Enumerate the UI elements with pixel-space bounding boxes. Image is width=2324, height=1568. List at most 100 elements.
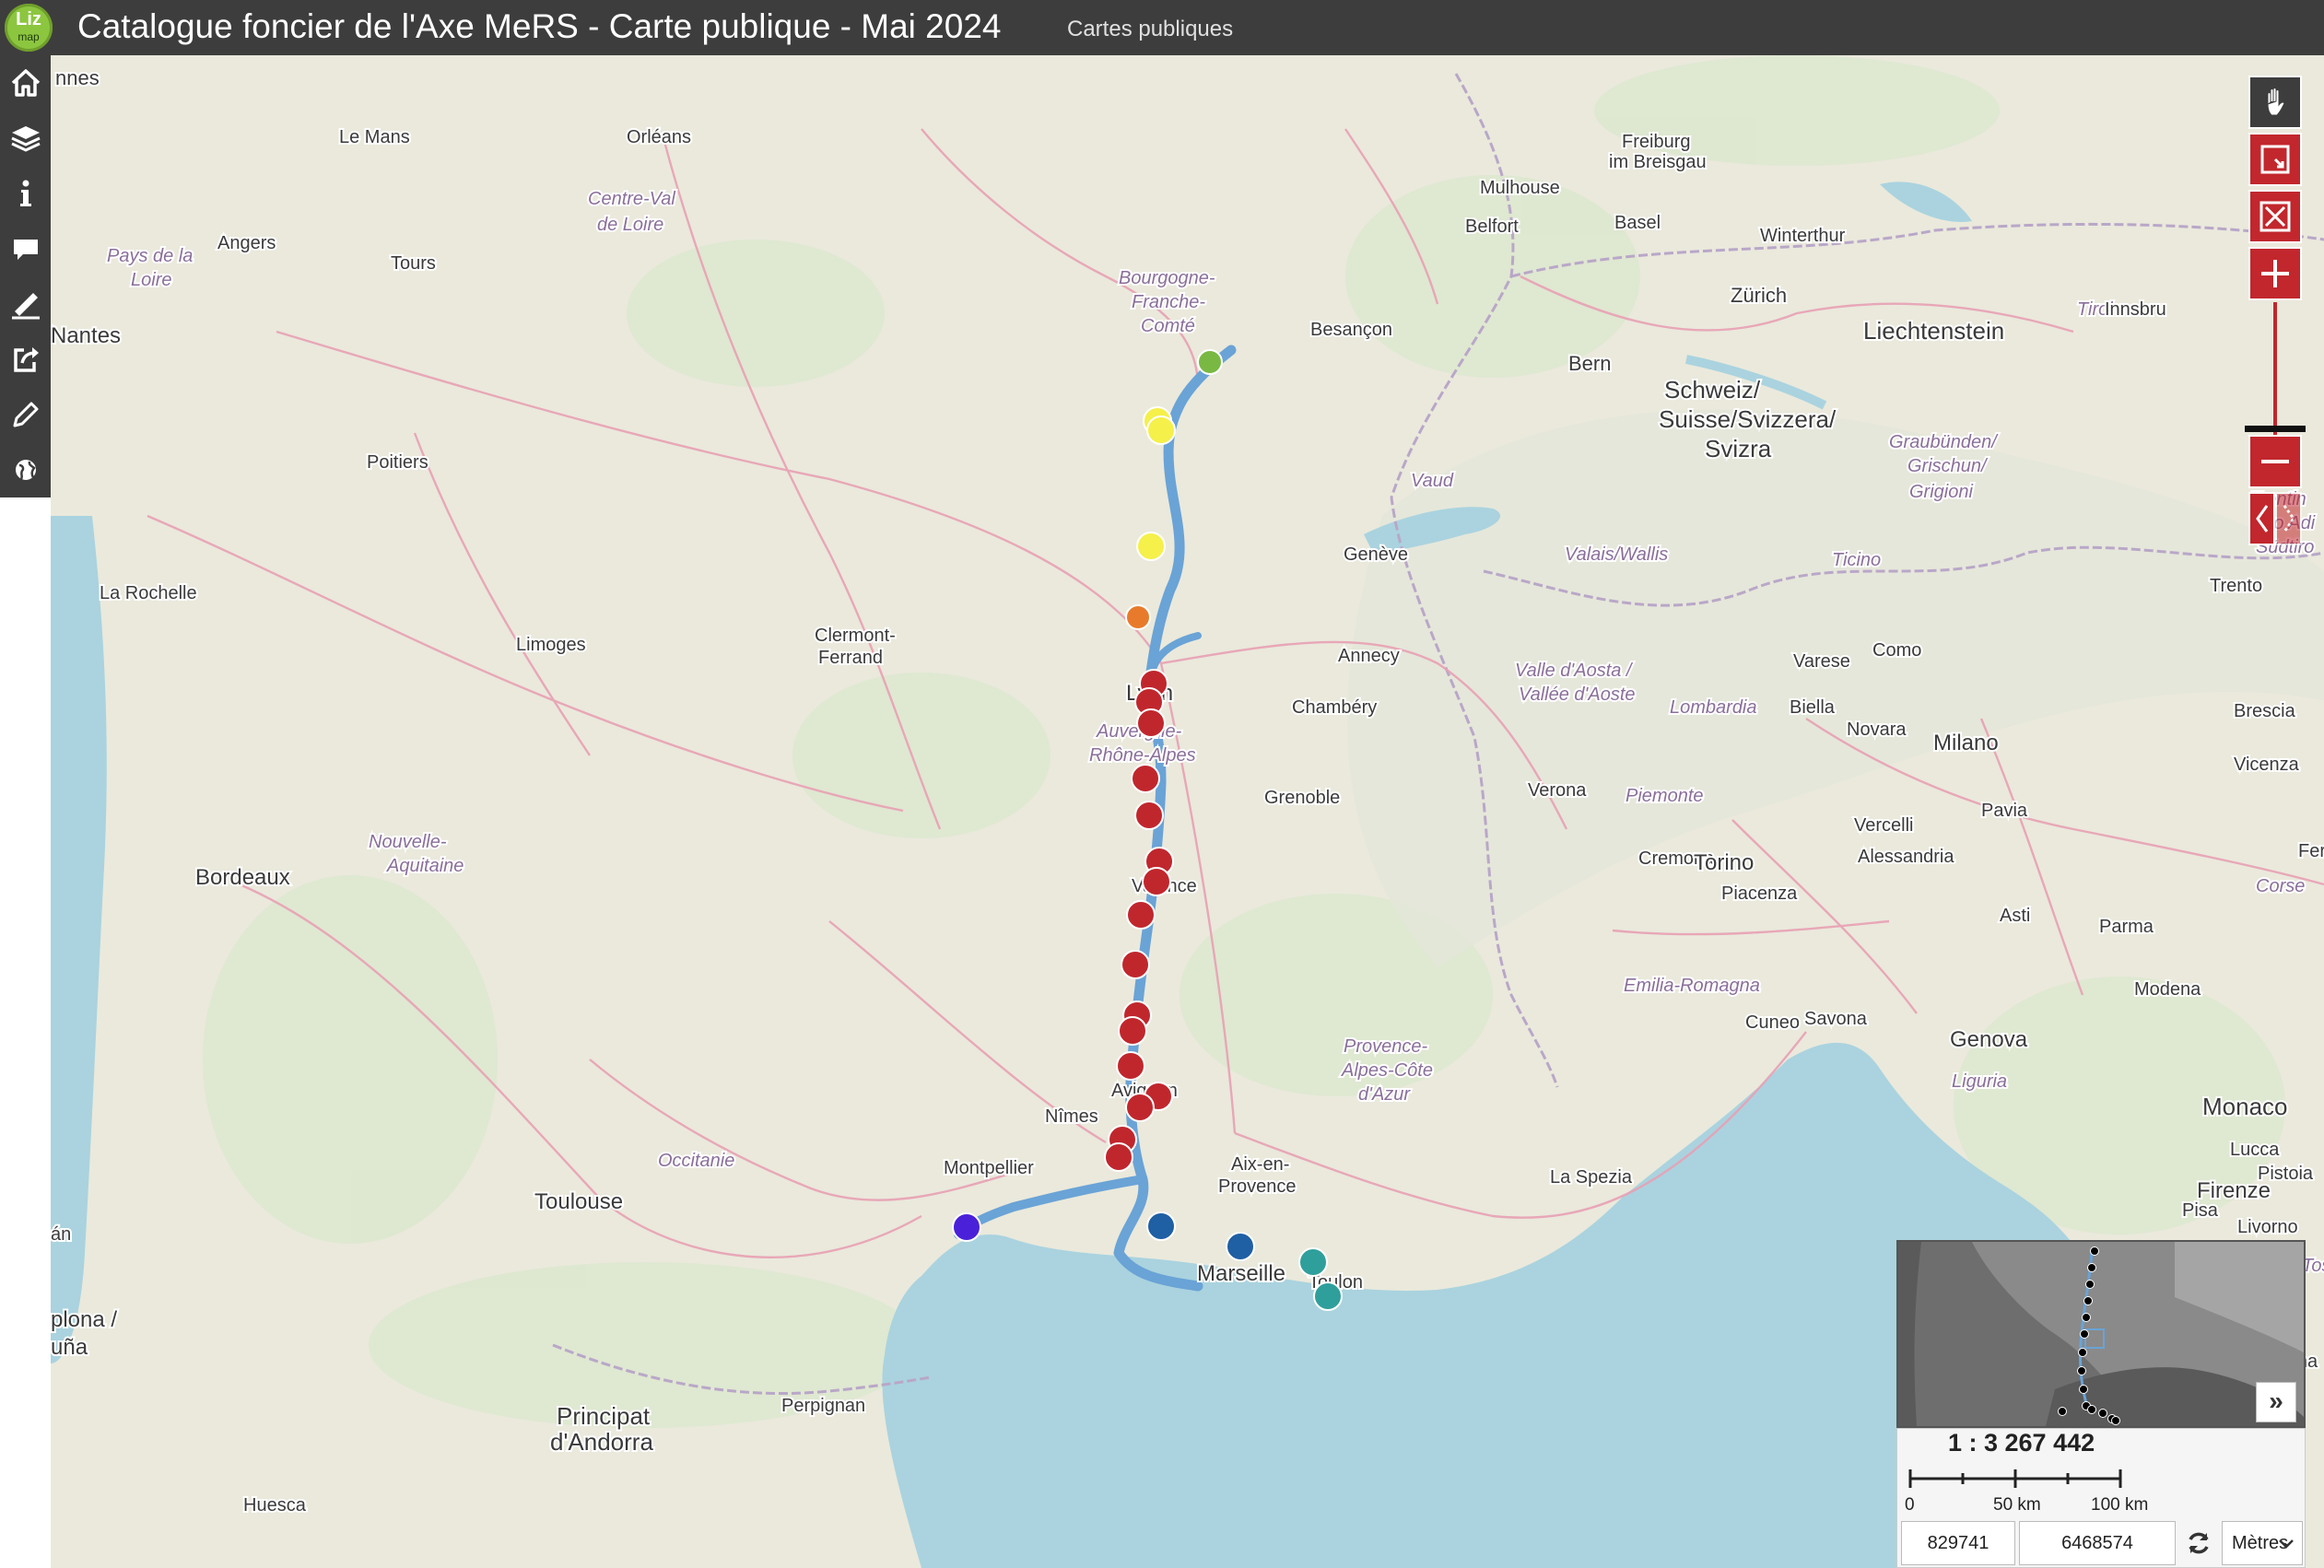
sidebar-item-layers[interactable]: [0, 111, 51, 166]
sidebar-item-metadata[interactable]: [0, 166, 51, 221]
map-label: Grigioni: [1909, 482, 1973, 502]
sidebar-item-permalink[interactable]: [0, 332, 51, 387]
overview-point: [2087, 1405, 2096, 1414]
ruler-icon: [11, 293, 40, 320]
zoom-extent-button[interactable]: [2248, 190, 2302, 243]
map-label: Piacenza: [1721, 883, 1798, 904]
lizmap-logo[interactable]: Liz map: [5, 4, 53, 52]
map-label: Emilia-Romagna: [1624, 976, 1760, 996]
zoom-in-button[interactable]: [2248, 247, 2302, 300]
next-extent-button[interactable]: [2275, 492, 2302, 545]
site-marker-red[interactable]: [1104, 1142, 1133, 1172]
previous-extent-button[interactable]: [2248, 492, 2275, 545]
zoom-box-button[interactable]: [2248, 133, 2302, 186]
site-marker-red[interactable]: [1142, 867, 1171, 896]
overview-point: [2098, 1409, 2107, 1418]
site-marker-orange[interactable]: [1125, 604, 1151, 630]
map-label: Schweiz/: [1664, 376, 1761, 404]
map-label: Pisa: [2182, 1200, 2219, 1221]
map-label: Bern: [1568, 352, 1611, 375]
map-label: Graubünden/: [1889, 432, 1999, 452]
site-marker-red[interactable]: [1118, 1016, 1147, 1046]
map-label: Limoges: [516, 635, 586, 655]
map-label: Bourgogne-: [1119, 268, 1215, 288]
site-marker-red[interactable]: [1126, 900, 1156, 930]
sidebar-item-tooltip[interactable]: [0, 221, 51, 276]
site-marker-red[interactable]: [1134, 801, 1164, 830]
layers-icon: [10, 126, 41, 152]
zoom-out-button[interactable]: [2248, 435, 2302, 488]
pan-button[interactable]: [2248, 76, 2302, 129]
map-label: Marseille: [1197, 1261, 1285, 1286]
site-marker-red[interactable]: [1121, 950, 1150, 979]
map-label: Nantes: [51, 323, 121, 348]
map-label: Zürich: [1731, 284, 1787, 307]
site-marker-green[interactable]: [1197, 349, 1223, 375]
coordinate-y: 6468574: [2019, 1521, 2176, 1565]
overview-map[interactable]: [1896, 1240, 2306, 1428]
map-label: Vicenza: [2234, 755, 2300, 775]
map-label: Milano: [1933, 731, 1999, 755]
minus-icon: [2261, 460, 2289, 463]
map-label: La Spezia: [1550, 1167, 1633, 1188]
overview-point: [2077, 1366, 2086, 1375]
map-label: Modena: [2134, 979, 2201, 1000]
map-label: Ferrand: [818, 648, 883, 668]
overview-toggle-button[interactable]: »: [2256, 1382, 2296, 1422]
info-icon: [19, 180, 31, 206]
map-label: Genève: [1344, 544, 1408, 565]
site-marker-teal[interactable]: [1313, 1281, 1343, 1311]
overview-point: [2082, 1313, 2091, 1322]
scale-ratio: 1 : 3 267 442: [1948, 1429, 2095, 1457]
site-marker-teal[interactable]: [1298, 1247, 1328, 1277]
map-label: Chambéry: [1292, 697, 1377, 718]
site-marker-yellow[interactable]: [1146, 415, 1176, 445]
map-label: Trento: [2210, 576, 2262, 596]
site-marker-navy[interactable]: [1146, 1211, 1176, 1241]
site-marker-violet[interactable]: [952, 1212, 981, 1242]
map-label: Mulhouse: [1480, 178, 1560, 198]
zoom-slider-track[interactable]: [2273, 302, 2277, 457]
map-label: Le Mans: [339, 127, 410, 147]
map-label: Suisse/Svizzera/: [1659, 405, 1837, 433]
logo-text-top: Liz: [16, 9, 41, 29]
units-select[interactable]: Mètres: [2222, 1521, 2303, 1565]
map-label: Biella: [1790, 697, 1836, 718]
map-label: Toulouse: [534, 1189, 623, 1214]
zoom-slider-handle[interactable]: [2245, 426, 2306, 432]
map-label: Comté: [1141, 316, 1195, 336]
map-label: Belfort: [1465, 216, 1519, 237]
map-label: Ticino: [1832, 550, 1881, 570]
map-label: Brescia: [2234, 701, 2296, 721]
map-label: Poitiers: [367, 452, 428, 473]
sidebar-item-measure[interactable]: [0, 276, 51, 332]
chevron-down-icon: [2279, 1539, 2294, 1549]
map-label: Aquitaine: [386, 856, 464, 876]
refresh-coordinates-button[interactable]: [2179, 1524, 2218, 1562]
site-marker-red[interactable]: [1136, 708, 1166, 738]
site-marker-navy[interactable]: [1226, 1232, 1255, 1261]
header: Liz map Catalogue foncier de l'Axe MeRS …: [0, 0, 2324, 55]
map-label: Alpes-Côte: [1341, 1060, 1433, 1081]
pencil-icon: [13, 402, 38, 427]
map-label: La Rochelle: [100, 583, 197, 603]
site-marker-yellow[interactable]: [1136, 532, 1166, 561]
map-label: Pavia: [1981, 801, 2028, 821]
sidebar-item-basemap[interactable]: [0, 442, 51, 497]
map-label: Valle d'Aosta /: [1515, 661, 1634, 681]
sidebar-background: [0, 497, 51, 1568]
map-label: Ferrara: [2298, 841, 2324, 861]
site-marker-red[interactable]: [1125, 1093, 1155, 1122]
sidebar-item-draw[interactable]: [0, 387, 51, 442]
map-label: uña: [51, 1335, 88, 1360]
map-label: án: [51, 1224, 71, 1245]
map-label: Piemonte: [1626, 786, 1704, 806]
map-label: Grischun/: [1907, 456, 1989, 476]
sidebar-item-home[interactable]: [0, 55, 51, 111]
site-marker-red[interactable]: [1116, 1051, 1145, 1081]
map-label: Valais/Wallis: [1565, 544, 1668, 565]
sidebar: [0, 55, 51, 497]
public-maps-link[interactable]: Cartes publiques: [1067, 17, 1233, 42]
map-label: Clermont-: [815, 626, 896, 646]
site-marker-red[interactable]: [1131, 764, 1160, 793]
